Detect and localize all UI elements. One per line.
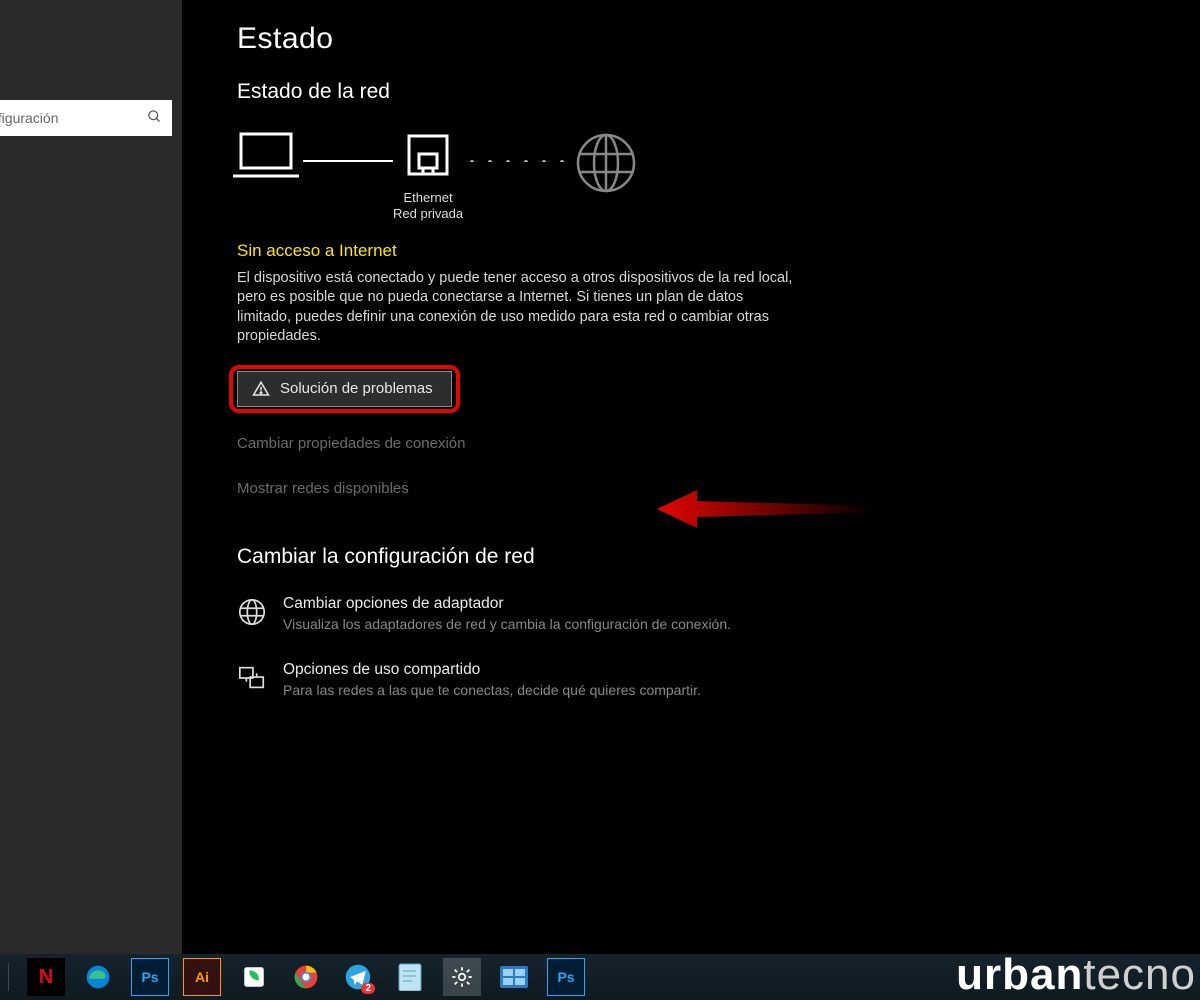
no-internet-title: Sin acceso a Internet	[237, 241, 1164, 261]
badge: 2	[361, 983, 375, 994]
sharing-options-item[interactable]: Opciones de uso compartido Para las rede…	[237, 661, 877, 699]
show-available-networks-link[interactable]: Mostrar redes disponibles	[237, 480, 1164, 497]
taskbar-evernote[interactable]	[235, 958, 273, 996]
change-network-settings-heading: Cambiar la configuración de red	[237, 545, 1164, 569]
warning-icon	[252, 380, 270, 398]
watermark: urbantecno	[956, 950, 1196, 1000]
taskbar-divider	[8, 963, 9, 991]
dotted-line	[463, 160, 573, 162]
no-internet-text: El dispositivo está conectado y puede te…	[237, 269, 797, 347]
taskbar-notepad[interactable]	[391, 958, 429, 996]
taskbar-photoshop-2[interactable]: Ps	[547, 958, 585, 996]
taskbar-edge[interactable]	[79, 958, 117, 996]
troubleshoot-button[interactable]: Solución de problemas	[237, 371, 452, 407]
page-title: Estado	[237, 22, 1164, 56]
search-input[interactable]: nfiguración	[0, 100, 172, 136]
ethernet-icon: Ethernet Red privada	[393, 126, 463, 223]
globe-icon	[237, 597, 267, 627]
change-connection-properties-link[interactable]: Cambiar propiedades de conexión	[237, 435, 1164, 452]
taskbar-chrome[interactable]	[287, 958, 325, 996]
globe-icon	[573, 130, 639, 196]
taskbar-settings[interactable]	[443, 958, 481, 996]
taskbar-netflix[interactable]: N	[27, 958, 65, 996]
adapter-options-item[interactable]: Cambiar opciones de adaptador Visualiza …	[237, 595, 877, 633]
solid-line	[303, 160, 393, 162]
settings-main: Estado Estado de la red Ethernet Red pri…	[182, 0, 1200, 1000]
troubleshoot-label: Solución de problemas	[280, 380, 433, 397]
ethernet-label: Ethernet	[393, 190, 463, 206]
settings-sidebar: nfiguración	[0, 0, 182, 1000]
taskbar-illustrator[interactable]: Ai	[183, 958, 221, 996]
search-placeholder: nfiguración	[0, 110, 59, 126]
ethernet-sublabel: Red privada	[393, 206, 463, 222]
laptop-icon	[229, 126, 303, 184]
taskbar-control-panel[interactable]	[495, 958, 533, 996]
network-diagram: Ethernet Red privada	[229, 126, 1164, 223]
search-icon	[147, 109, 162, 127]
option-desc: Para las redes a las que te conectas, de…	[283, 681, 701, 699]
option-desc: Visualiza los adaptadores de red y cambi…	[283, 615, 731, 633]
network-status-heading: Estado de la red	[237, 80, 1164, 104]
taskbar-photoshop[interactable]: Ps	[131, 958, 169, 996]
option-title: Opciones de uso compartido	[283, 661, 701, 679]
option-title: Cambiar opciones de adaptador	[283, 595, 731, 613]
taskbar-telegram[interactable]: 2	[339, 958, 377, 996]
sharing-icon	[237, 663, 267, 693]
